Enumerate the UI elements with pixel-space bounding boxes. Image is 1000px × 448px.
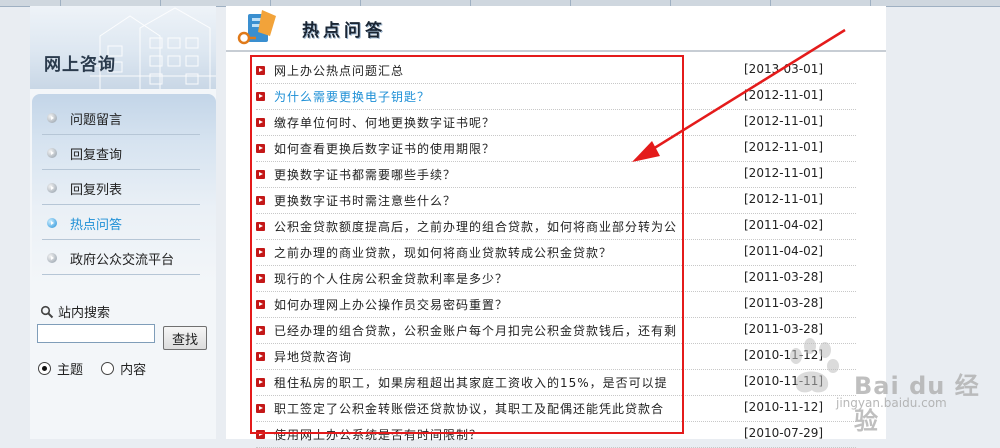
sidebar-menu: 问题留言 回复查询 回复列表 热点问答 政府公众交流平台 xyxy=(32,94,216,284)
list-item[interactable]: 更换数字证书都需要哪些手续？ [2012-11-01] xyxy=(256,162,856,188)
list-item[interactable]: 职工签定了公积金转账偿还贷款协议，其职工及配偶还能凭此贷款合 [2010-11-1… xyxy=(256,396,856,422)
item-date: [2011-03-28] xyxy=(744,270,824,284)
red-arrow-bullet-icon xyxy=(256,300,265,309)
red-arrow-bullet-icon xyxy=(256,66,265,75)
list-item[interactable]: 公积金贷款额度提高后，之前办理的组合贷款，如何将商业部分转为公 [2011-04-… xyxy=(256,214,856,240)
item-title-link[interactable]: 现行的个人住房公积金贷款利率是多少？ xyxy=(274,270,714,287)
red-arrow-bullet-icon xyxy=(256,144,265,153)
search-scope-options: 主题 内容 xyxy=(38,359,160,378)
item-title-link[interactable]: 租住私房的职工，如果房租超出其家庭工资收入的15%，是否可以提 xyxy=(274,374,714,391)
sidebar-item-label: 热点问答 xyxy=(70,218,123,233)
list-item[interactable]: 租住私房的职工，如果房租超出其家庭工资收入的15%，是否可以提 [2010-11-… xyxy=(256,370,856,396)
list-item[interactable]: 网上办公热点问题汇总 [2013-03-01] xyxy=(256,58,856,84)
sidebar-item-label: 回复列表 xyxy=(70,183,123,198)
red-arrow-bullet-icon xyxy=(256,326,265,335)
item-title-link[interactable]: 更换数字证书时需注意些什么？ xyxy=(274,192,714,209)
building-illustration xyxy=(90,7,216,89)
list-item[interactable]: 如何办理网上办公操作员交易密码重置？ [2011-03-28] xyxy=(256,292,856,318)
list-item[interactable]: 之前办理的商业贷款，现如何将商业贷款转成公积金贷款？ [2011-04-02] xyxy=(256,240,856,266)
radio-option-content[interactable]: 内容 xyxy=(101,359,146,378)
sidebar-item-public-platform[interactable]: 政府公众交流平台 xyxy=(42,240,200,275)
red-arrow-bullet-icon xyxy=(256,248,265,257)
item-title-link[interactable]: 异地贷款咨询 xyxy=(274,348,714,365)
search-heading: 站内搜索 xyxy=(40,302,110,321)
item-date: [2011-04-02] xyxy=(744,218,824,232)
sidebar-item-hot-qa[interactable]: 热点问答 xyxy=(42,205,200,240)
sidebar-item-label: 政府公众交流平台 xyxy=(70,253,175,268)
search-button[interactable]: 查找 xyxy=(163,326,207,350)
radio-label: 内容 xyxy=(120,363,147,378)
red-arrow-bullet-icon xyxy=(256,378,265,387)
item-date: [2011-03-28] xyxy=(744,322,824,336)
item-date: [2010-11-12] xyxy=(744,400,824,414)
arrow-bullet-icon xyxy=(47,218,57,228)
item-title-link[interactable]: 已经办理的组合贷款，公积金账户每个月扣完公积金贷款钱后，还有剩 xyxy=(274,322,714,339)
item-date: [2011-04-02] xyxy=(744,244,824,258)
item-date: [2011-03-28] xyxy=(744,296,824,310)
item-date: [2010-07-29] xyxy=(744,426,824,440)
red-arrow-bullet-icon xyxy=(256,118,265,127)
item-title-link[interactable]: 使用网上办公系统是否有时间限制？ xyxy=(274,426,714,443)
item-title-link[interactable]: 缴存单位何时、何地更换数字证书呢？ xyxy=(274,114,714,131)
main-content: 热点问答 网上办公热点问题汇总 [2013-03-01] 为什么需要更换电子钥匙？… xyxy=(226,6,886,448)
red-arrow-bullet-icon xyxy=(256,196,265,205)
item-title-link[interactable]: 如何查看更换后数字证书的使用期限？ xyxy=(274,140,714,157)
item-date: [2012-11-01] xyxy=(744,192,824,206)
item-date: [2012-11-01] xyxy=(744,114,824,128)
qa-list: 网上办公热点问题汇总 [2013-03-01] 为什么需要更换电子钥匙？ [2012… xyxy=(256,58,856,448)
item-title-link[interactable]: 如何办理网上办公操作员交易密码重置？ xyxy=(274,296,714,313)
list-item[interactable]: 已经办理的组合贷款，公积金账户每个月扣完公积金贷款钱后，还有剩 [2011-03-… xyxy=(256,318,856,344)
list-item[interactable]: 现行的个人住房公积金贷款利率是多少？ [2011-03-28] xyxy=(256,266,856,292)
arrow-bullet-icon xyxy=(47,148,57,158)
sidebar-item-message[interactable]: 问题留言 xyxy=(42,100,200,135)
radio-option-topic[interactable]: 主题 xyxy=(38,359,83,378)
red-arrow-bullet-icon xyxy=(256,92,265,101)
red-arrow-bullet-icon xyxy=(256,274,265,283)
list-item[interactable]: 使用网上办公系统是否有时间限制？ [2010-07-29] xyxy=(256,422,856,448)
radio-label: 主题 xyxy=(57,363,84,378)
item-date: [2012-11-01] xyxy=(744,140,824,154)
red-arrow-bullet-icon xyxy=(256,404,265,413)
banner-title: 网上咨询 xyxy=(44,55,116,75)
item-title-link[interactable]: 之前办理的商业贷款，现如何将商业贷款转成公积金贷款？ xyxy=(274,244,714,261)
item-title-link[interactable]: 更换数字证书都需要哪些手续？ xyxy=(274,166,714,183)
search-input[interactable] xyxy=(37,324,155,343)
item-title-link[interactable]: 公积金贷款额度提高后，之前办理的组合贷款，如何将商业部分转为公 xyxy=(274,218,714,235)
list-item[interactable]: 为什么需要更换电子钥匙？ [2012-11-01] xyxy=(256,84,856,110)
item-date: [2012-11-01] xyxy=(744,88,824,102)
sidebar-item-reply-query[interactable]: 回复查询 xyxy=(42,135,200,170)
item-date: [2010-11-12] xyxy=(744,348,824,362)
item-title-link[interactable]: 职工签定了公积金转账偿还贷款协议，其职工及配偶还能凭此贷款合 xyxy=(274,400,714,417)
item-title-link[interactable]: 为什么需要更换电子钥匙？ xyxy=(274,88,714,105)
red-arrow-bullet-icon xyxy=(256,222,265,231)
red-arrow-bullet-icon xyxy=(256,430,265,439)
left-sidebar: 网上咨询 问题留言 回复查询 回复列表 热点问答 政府公众交流平台 站内搜索 查 xyxy=(30,6,216,439)
sidebar-banner: 网上咨询 xyxy=(30,6,216,89)
arrow-bullet-icon xyxy=(47,183,57,193)
radio-unchecked-icon[interactable] xyxy=(101,362,115,375)
sidebar-item-label: 回复查询 xyxy=(70,148,123,163)
list-item[interactable]: 缴存单位何时、何地更换数字证书呢？ [2012-11-01] xyxy=(256,110,856,136)
item-date: [2012-11-01] xyxy=(744,166,824,180)
arrow-bullet-icon xyxy=(47,113,57,123)
search-icon xyxy=(40,305,54,319)
list-item[interactable]: 如何查看更换后数字证书的使用期限？ [2012-11-01] xyxy=(256,136,856,162)
section-header: 热点问答 xyxy=(226,6,886,52)
search-heading-label: 站内搜索 xyxy=(58,306,111,321)
sidebar-item-label: 问题留言 xyxy=(70,113,123,128)
red-arrow-bullet-icon xyxy=(256,352,265,361)
list-item[interactable]: 异地贷款咨询 [2010-11-12] xyxy=(256,344,856,370)
sidebar-item-reply-list[interactable]: 回复列表 xyxy=(42,170,200,205)
qa-folder-icon xyxy=(237,10,276,45)
arrow-bullet-icon xyxy=(47,253,57,263)
item-title-link[interactable]: 网上办公热点问题汇总 xyxy=(274,62,714,79)
list-item[interactable]: 更换数字证书时需注意些什么？ [2012-11-01] xyxy=(256,188,856,214)
item-date: [2013-03-01] xyxy=(744,62,824,76)
item-date: [2010-11-11] xyxy=(744,374,824,388)
page-title: 热点问答 xyxy=(302,21,386,41)
red-arrow-bullet-icon xyxy=(256,170,265,179)
radio-checked-icon[interactable] xyxy=(38,362,51,375)
